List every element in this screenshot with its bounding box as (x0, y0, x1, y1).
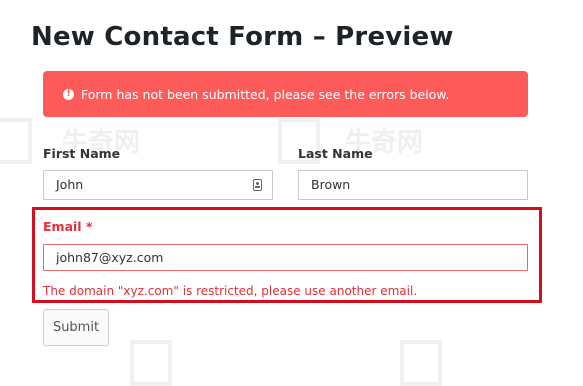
watermark-logo (400, 340, 442, 386)
page-title: New Contact Form – Preview (31, 22, 454, 52)
last-name-field[interactable]: Brown (298, 170, 528, 200)
email-error-message: The domain "xyz.com" is restricted, plea… (43, 284, 418, 298)
contact-card-icon[interactable] (253, 179, 262, 191)
alert-circle-icon: ! (63, 88, 74, 100)
first-name-field[interactable]: John (43, 170, 273, 200)
first-name-label: First Name (43, 146, 121, 161)
watermark-logo (130, 340, 172, 386)
email-label: Email * (43, 219, 93, 234)
last-name-label: Last Name (298, 146, 373, 161)
last-name-value: Brown (311, 177, 351, 192)
first-name-value: John (56, 177, 84, 192)
submit-button[interactable]: Submit (43, 309, 109, 346)
watermark-logo (0, 118, 32, 164)
email-field[interactable]: john87@xyz.com (43, 244, 528, 271)
form-error-message: Form has not been submitted, please see … (81, 86, 450, 102)
form-error-banner: ! Form has not been submitted, please se… (43, 71, 528, 117)
email-value: john87@xyz.com (56, 250, 164, 265)
